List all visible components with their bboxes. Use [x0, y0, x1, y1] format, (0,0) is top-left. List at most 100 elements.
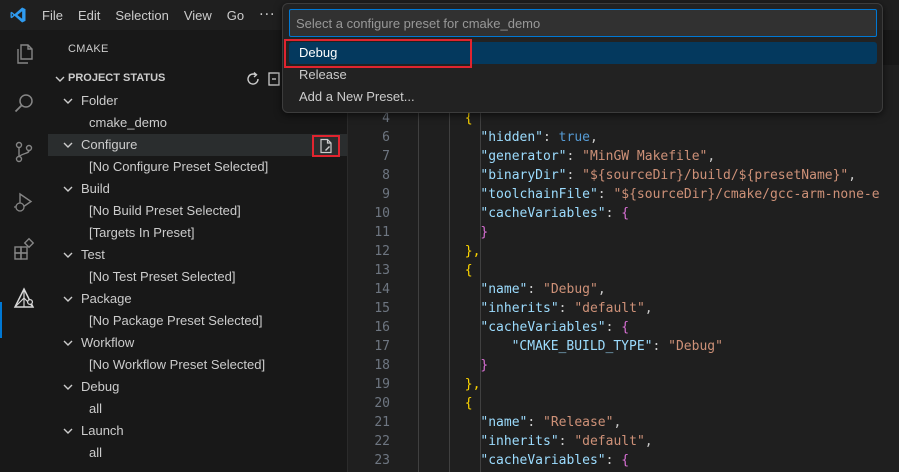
code-token: "CMAKE_BUILD_TYPE" — [511, 339, 653, 354]
section-title: PROJECT STATUS — [68, 72, 166, 84]
tree-item-label: [No Workflow Preset Selected] — [89, 357, 266, 372]
code-line[interactable]: 22 "inherits": "default", — [348, 432, 899, 451]
menu-go[interactable]: Go — [227, 8, 244, 23]
code-line[interactable]: 19}, — [348, 375, 899, 394]
code-text: "inherits": "default", — [480, 432, 652, 451]
edit-file-icon — [320, 138, 332, 154]
chevron-down-icon[interactable] — [54, 73, 66, 85]
code-token: "Debug" — [543, 282, 598, 297]
menu-view[interactable]: View — [184, 8, 212, 23]
code-line[interactable]: 15 "inherits": "default", — [348, 299, 899, 318]
tree-group[interactable]: Debug — [48, 376, 347, 398]
chevron-down-icon[interactable] — [62, 425, 74, 437]
code-token: : — [605, 453, 622, 468]
tree-item[interactable]: [No Workflow Preset Selected] — [48, 354, 347, 376]
tree-item[interactable]: [No Build Preset Selected] — [48, 200, 347, 222]
code-token: "cacheVariables" — [480, 453, 606, 468]
code-line[interactable]: 16 "cacheVariables": { — [348, 318, 899, 337]
tree-group[interactable]: Package — [48, 288, 347, 310]
tree-item[interactable]: [No Configure Preset Selected] — [48, 156, 347, 178]
line-number: 11 — [374, 225, 390, 240]
tree-item[interactable]: cmake_demo — [48, 112, 347, 134]
preset-option-label: Add a New Preset... — [299, 89, 415, 104]
activity-bar — [0, 30, 48, 472]
tree-item-label: all — [89, 401, 103, 416]
chevron-down-icon[interactable] — [62, 381, 74, 393]
preset-list: Debug Release Add a New Preset... — [284, 39, 877, 108]
code-text: "CMAKE_BUILD_TYPE": "Debug" — [512, 337, 723, 356]
chevron-down-icon[interactable] — [62, 249, 74, 261]
search-icon[interactable] — [12, 92, 36, 116]
code-line[interactable]: 9 "toolchainFile": "${sourceDir}/cmake/gc… — [348, 185, 899, 204]
chevron-down-icon[interactable] — [62, 183, 74, 195]
code-line[interactable]: 13 { — [348, 261, 899, 280]
code-line[interactable]: 18} — [348, 356, 899, 375]
code-text: "name": "Debug", — [480, 280, 605, 299]
refresh-icon[interactable] — [244, 70, 262, 88]
tree-item[interactable]: [No Package Preset Selected] — [48, 310, 347, 332]
tree-group[interactable]: Build — [48, 178, 347, 200]
code-token: } — [480, 358, 489, 373]
preset-option-release[interactable]: Release — [289, 64, 877, 86]
code-line[interactable]: 6 "hidden": true, — [348, 128, 899, 147]
tree-item-label: Package — [81, 291, 132, 306]
code-token: }, — [464, 377, 481, 392]
preset-search-input[interactable] — [289, 9, 877, 37]
code-text: "binaryDir": "${sourceDir}/build/${prese… — [480, 166, 856, 185]
code-token: { — [621, 206, 630, 221]
project-status-tree: Folder cmake_demo Configure [No Configure P… — [48, 90, 347, 464]
tree-item-label: Folder — [81, 93, 118, 108]
code-token: , — [597, 282, 606, 297]
code-token: "generator" — [480, 149, 567, 164]
code-token: }, — [464, 244, 481, 259]
preset-option-debug[interactable]: Debug — [284, 39, 877, 68]
code-text: { — [465, 394, 473, 413]
select-configure-preset-button[interactable] — [312, 135, 340, 157]
code-token: : — [543, 130, 559, 145]
code-line[interactable]: 21 "name": "Release", — [348, 413, 899, 432]
line-number: 6 — [382, 130, 390, 145]
explorer-icon[interactable] — [12, 42, 36, 66]
code-token: "${sourceDir}/build/${presetName}" — [582, 168, 849, 183]
extensions-icon[interactable] — [12, 237, 36, 261]
code-line[interactable]: 7 "generator": "MinGW Makefile", — [348, 147, 899, 166]
code-token: "${sourceDir}/cmake/gcc-arm-none-e — [613, 187, 880, 202]
menu-edit[interactable]: Edit — [78, 8, 100, 23]
code-token: : — [527, 282, 544, 297]
tree-group[interactable]: Configure — [48, 134, 347, 157]
menu-file[interactable]: File — [42, 8, 63, 23]
menu-selection[interactable]: Selection — [115, 8, 168, 23]
chevron-down-icon[interactable] — [62, 293, 74, 305]
run-debug-icon[interactable] — [12, 190, 36, 214]
add-new-preset-option[interactable]: Add a New Preset... — [289, 86, 877, 108]
code-line[interactable]: 20 { — [348, 394, 899, 413]
code-line[interactable]: 8 "binaryDir": "${sourceDir}/build/${pres… — [348, 166, 899, 185]
chevron-down-icon[interactable] — [62, 337, 74, 349]
code-line[interactable]: 14 "name": "Debug", — [348, 280, 899, 299]
code-token: "toolchainFile" — [480, 187, 598, 202]
menu-more-icon[interactable]: ··· — [259, 7, 275, 23]
tree-group[interactable]: Workflow — [48, 332, 347, 354]
chevron-down-icon[interactable] — [62, 95, 74, 107]
code-line[interactable]: 12}, — [348, 242, 899, 261]
source-control-icon[interactable] — [12, 140, 36, 164]
vscode-logo-icon — [10, 7, 26, 23]
tree-item[interactable]: [No Test Preset Selected] — [48, 266, 347, 288]
cmake-icon[interactable] — [12, 287, 36, 311]
code-line[interactable]: 17 "CMAKE_BUILD_TYPE": "Debug" — [348, 337, 899, 356]
tree-group[interactable]: Test — [48, 244, 347, 266]
tree-item[interactable]: [Targets In Preset] — [48, 222, 347, 244]
code-token: "Release" — [543, 415, 614, 430]
code-token: , — [644, 434, 653, 449]
code-token: , — [707, 149, 716, 164]
code-editor[interactable]: 4{6 "hidden": true, 7 "generator": "MinGW M… — [348, 109, 899, 470]
code-text: "generator": "MinGW Makefile", — [480, 147, 715, 166]
code-line[interactable]: 10 "cacheVariables": { — [348, 204, 899, 223]
code-line[interactable]: 23 "cacheVariables": { — [348, 451, 899, 470]
tree-item[interactable]: all — [48, 398, 347, 420]
tree-group[interactable]: Launch — [48, 420, 347, 442]
tree-item[interactable]: all — [48, 442, 347, 464]
code-line[interactable]: 11} — [348, 223, 899, 242]
chevron-down-icon[interactable] — [62, 139, 74, 151]
code-text: { — [465, 261, 473, 280]
